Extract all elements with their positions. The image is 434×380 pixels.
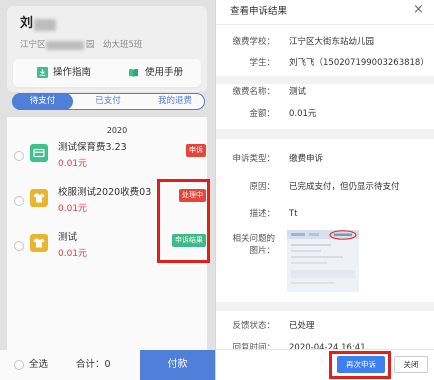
tab-paid[interactable]: 已支付 [87,94,129,109]
close-button[interactable]: 关闭 [394,356,428,373]
highlight-annotation-box [157,179,210,263]
complaint-type-label: 申诉类型： [232,154,275,164]
mobile-app-panel: 刘 江宁区 园 幼大班5班 操作指南 使用手册 待支付 已支付 我的退费 202… [0,0,215,380]
guide-icon [37,67,48,78]
item-title: 校服测试2020收费03 [58,187,152,198]
tab-my-refunds[interactable]: 我的退费 [150,94,200,109]
dialog-title: 查看申诉结果 [230,6,288,17]
item-amount: 0.01元 [58,249,88,259]
item-amount: 0.01元 [58,159,88,169]
item-title: 测试 [58,232,78,243]
highlight-annotation-box [329,351,391,379]
appeal-result-dialog: 查看申诉结果 × 缴费学校： 江宁区大街东站幼儿园 学生： 刘飞飞（150207… [215,0,434,380]
school-value: 江宁区大街东站幼儿园 [289,37,375,47]
complaint-image-thumbnail[interactable] [287,230,359,292]
student-name: 刘 [20,16,34,31]
manual-book-icon [129,68,138,77]
appeal-badge-button[interactable]: 申诉 [186,144,206,157]
header-divider [216,24,434,25]
school-label: 缴费学校： [232,37,275,47]
school-name-suffix: 园 [86,40,95,50]
redacted-school-name [46,41,84,50]
item-title: 测试保育费3.23 [58,142,127,153]
user-manual-label: 使用手册 [145,67,184,78]
student-label: 学生： [249,58,275,68]
fee-name-label: 缴费名称： [232,87,275,97]
tab-pending-payment[interactable]: 待支付 [12,93,73,110]
description-label: 描述： [249,209,275,219]
images-label-line2: 图片： [249,246,275,256]
close-icon[interactable]: × [413,3,424,17]
shirt-icon [30,189,48,207]
amount-value: 0.01元 [289,109,317,119]
fee-card-icon [30,144,48,162]
select-all-radio[interactable] [14,360,24,370]
feedback-status-value: 已处理 [289,321,315,331]
list-item[interactable]: 测试保育费3.23 0.01元 申诉 [7,141,207,181]
user-manual-button[interactable]: 使用手册 [125,63,189,83]
item-select-radio[interactable] [14,241,24,251]
school-name-prefix: 江宁区 [20,40,46,50]
shirt-icon [30,234,48,252]
item-select-radio[interactable] [14,151,24,161]
class-name: 幼大班5班 [103,40,143,50]
redacted-name [34,19,56,31]
feedback-status-label: 反馈状态： [232,321,275,331]
item-select-radio[interactable] [14,196,24,206]
description-value: Tt [289,209,298,219]
payment-tabs: 待支付 已支付 我的退费 [12,93,205,110]
reason-label: 原因： [249,182,275,192]
student-value: 刘飞飞（150207199003263818） [289,58,429,68]
dialog-footer: 再次申诉 关闭 [216,349,434,380]
year-header: 2020 [106,126,128,135]
section-divider [216,76,434,84]
images-label-line1: 相关问题的 [232,234,275,244]
reason-value: 已完成支付，但仍显示待支付 [289,182,400,192]
section-divider [216,129,434,139]
operation-guide-button[interactable]: 操作指南 [34,63,94,83]
total-amount: 合计：0 [76,359,111,370]
complaint-type-value: 缴费申诉 [289,154,324,164]
item-amount: 0.01元 [58,204,88,214]
select-all-label[interactable]: 全选 [29,359,48,371]
amount-label: 金额： [249,109,275,119]
screen: 刘 江宁区 园 幼大班5班 操作指南 使用手册 待支付 已支付 我的退费 202… [0,0,434,380]
fee-name-value: 测试 [289,87,307,97]
pay-button[interactable]: 付款 [140,350,215,380]
section-divider [216,302,434,311]
operation-guide-label: 操作指南 [53,67,92,78]
